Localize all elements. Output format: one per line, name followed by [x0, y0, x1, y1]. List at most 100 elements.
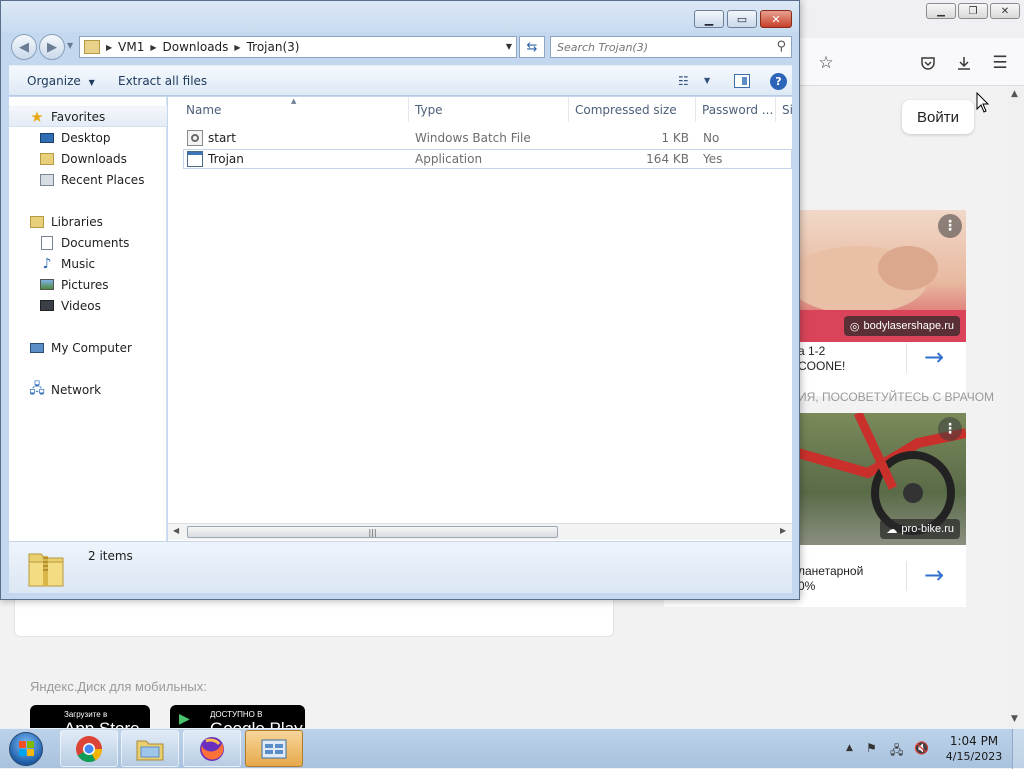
preview-pane-button[interactable] [734, 74, 750, 88]
login-button[interactable]: Войти [902, 100, 974, 134]
ad-arrow-icon[interactable]: → [924, 561, 944, 589]
computer-icon [29, 340, 45, 356]
view-options-icon[interactable]: ☷ [678, 74, 689, 88]
nav-item-recent-places[interactable]: Recent Places [9, 169, 167, 190]
show-hidden-icons-icon[interactable]: ▲ [846, 743, 853, 753]
downloads-icon[interactable] [953, 52, 975, 74]
ad-source-badge: ☁ pro-bike.ru [880, 519, 960, 539]
clock-time[interactable]: 1:04 PM [944, 734, 1004, 748]
volume-muted-icon[interactable]: 🔇 [914, 741, 929, 755]
nav-item-favorites[interactable]: ★ Favorites [9, 106, 167, 127]
nav-item-desktop[interactable]: Desktop [9, 127, 167, 148]
start-button[interactable] [4, 731, 48, 767]
ad-image[interactable]: ⋮ ☁ pro-bike.ru [798, 413, 966, 545]
nav-item-documents[interactable]: Documents [9, 232, 167, 253]
file-row[interactable]: Trojan Application 164 KB Yes [183, 149, 792, 169]
application-icon [187, 151, 203, 167]
breadcrumb-item[interactable]: Trojan(3) [247, 40, 300, 54]
ad-image[interactable]: ⋮ ◎ bodylasershape.ru [798, 210, 966, 342]
ad-divider [906, 561, 907, 591]
bookmark-star-icon[interactable]: ☆ [815, 52, 837, 74]
zip-folder-icon [28, 553, 64, 587]
organize-button[interactable]: Organize ▼ [27, 74, 95, 88]
show-desktop-button[interactable] [1012, 729, 1024, 769]
file-name-cell[interactable]: Trojan [187, 149, 244, 169]
chevron-down-icon[interactable]: ▼ [704, 76, 710, 85]
breadcrumb-arrow-icon[interactable]: ▶ [106, 43, 112, 52]
column-header-size[interactable]: Si [776, 97, 792, 122]
file-password-cell: Yes [703, 152, 723, 166]
scroll-right-icon[interactable]: ▶ [780, 526, 786, 535]
browser-close-button[interactable]: ✕ [990, 3, 1020, 19]
ad-source-icon: ◎ [849, 320, 860, 333]
details-pane: 2 items [9, 541, 792, 593]
file-row[interactable]: start Windows Batch File 1 KB No [183, 128, 792, 148]
scroll-up-icon[interactable]: ▲ [1011, 89, 1018, 99]
system-tray: ▲ ⚑ 🖧 🔇 1:04 PM 4/15/2023 [840, 729, 1024, 769]
ad-warning-text: ИЯ, ПОСОВЕТУЙТЕСЬ С ВРАЧОМ [798, 390, 995, 404]
chevron-down-icon[interactable]: ▼ [506, 42, 512, 51]
refresh-button[interactable]: ⇆ [519, 36, 545, 58]
taskbar-control-panel-button[interactable] [245, 730, 303, 767]
ad-more-icon[interactable]: ⋮ [938, 214, 962, 238]
items-count: 2 items [88, 549, 133, 563]
file-name-cell[interactable]: start [187, 128, 236, 148]
ad-more-icon[interactable]: ⋮ [938, 417, 962, 441]
breadcrumb-item[interactable]: VM1 [118, 40, 144, 54]
scrollbar-thumb[interactable]: ||| [187, 526, 558, 538]
search-input[interactable] [551, 37, 765, 57]
minimize-button[interactable]: ▁ [694, 10, 724, 28]
scroll-down-icon[interactable]: ▼ [1011, 714, 1018, 724]
recent-pages-icon[interactable]: ▼ [67, 41, 73, 50]
browser-minimize-button[interactable]: ▁ [926, 3, 956, 19]
nav-item-libraries[interactable]: Libraries [9, 211, 167, 232]
nav-item-pictures[interactable]: Pictures [9, 274, 167, 295]
breadcrumb-arrow-icon[interactable]: ▶ [234, 43, 240, 52]
file-type-cell: Application [415, 152, 483, 166]
column-header-name[interactable]: Name [180, 97, 409, 122]
file-list: ▲ Name Type Compressed size Password ...… [168, 97, 792, 541]
extract-all-button[interactable]: Extract all files [118, 74, 207, 88]
taskbar-chrome-button[interactable] [60, 730, 118, 767]
network-status-icon[interactable]: 🖧 [890, 741, 903, 762]
back-button[interactable]: ◀ [11, 34, 37, 60]
nav-item-music[interactable]: ♪ Music [9, 253, 167, 274]
clock-date[interactable]: 4/15/2023 [940, 750, 1008, 763]
search-box[interactable]: ⚲ [550, 36, 792, 58]
ad-text[interactable]: а 1-2 COONE! [798, 344, 845, 374]
breadcrumb-item[interactable]: Downloads [163, 40, 229, 54]
menu-icon[interactable]: ☰ [989, 52, 1011, 74]
command-bar: Organize ▼ Extract all files ☷ ▼ ? [9, 65, 792, 96]
nav-item-videos[interactable]: Videos [9, 295, 167, 316]
search-icon[interactable]: ⚲ [776, 39, 786, 54]
breadcrumb-arrow-icon[interactable]: ▶ [150, 43, 156, 52]
column-header-compressed-size[interactable]: Compressed size [569, 97, 696, 122]
forward-button[interactable]: ▶ [39, 34, 65, 60]
explorer-titlebar[interactable]: ▁ ▭ ✕ [1, 1, 799, 33]
ad-arrow-icon[interactable]: → [924, 343, 944, 371]
column-header-password[interactable]: Password ... [696, 97, 776, 122]
pocket-icon[interactable] [917, 52, 939, 74]
content-panel [14, 596, 614, 637]
taskbar-explorer-button[interactable] [121, 730, 179, 767]
ad-source-badge: ◎ bodylasershape.ru [843, 316, 960, 336]
recent-places-icon [39, 172, 55, 188]
browser-restore-button[interactable]: ❐ [958, 3, 988, 19]
scroll-left-icon[interactable]: ◀ [173, 526, 179, 535]
address-bar[interactable]: ▶ VM1 ▶ Downloads ▶ Trojan(3) ▼ [79, 36, 517, 58]
column-header-type[interactable]: Type [409, 97, 569, 122]
action-center-icon[interactable]: ⚑ [866, 741, 877, 755]
nav-item-my-computer[interactable]: My Computer [9, 337, 167, 358]
close-button[interactable]: ✕ [760, 10, 792, 28]
taskbar-firefox-button[interactable] [183, 730, 241, 767]
videos-icon [39, 298, 55, 314]
page-scrollbar[interactable]: ▲ ▼ [1008, 87, 1024, 728]
nav-item-network[interactable]: 🖧 Network [9, 379, 167, 400]
ad-text[interactable]: ланетарной 0% [798, 564, 863, 594]
maximize-button[interactable]: ▭ [727, 10, 757, 28]
mouse-cursor-icon [976, 92, 990, 113]
horizontal-scrollbar[interactable]: ◀ ||| ▶ [168, 523, 792, 540]
nav-item-downloads[interactable]: Downloads [9, 148, 167, 169]
help-icon[interactable]: ? [770, 73, 787, 90]
file-size-cell: 1 KB [661, 131, 689, 145]
